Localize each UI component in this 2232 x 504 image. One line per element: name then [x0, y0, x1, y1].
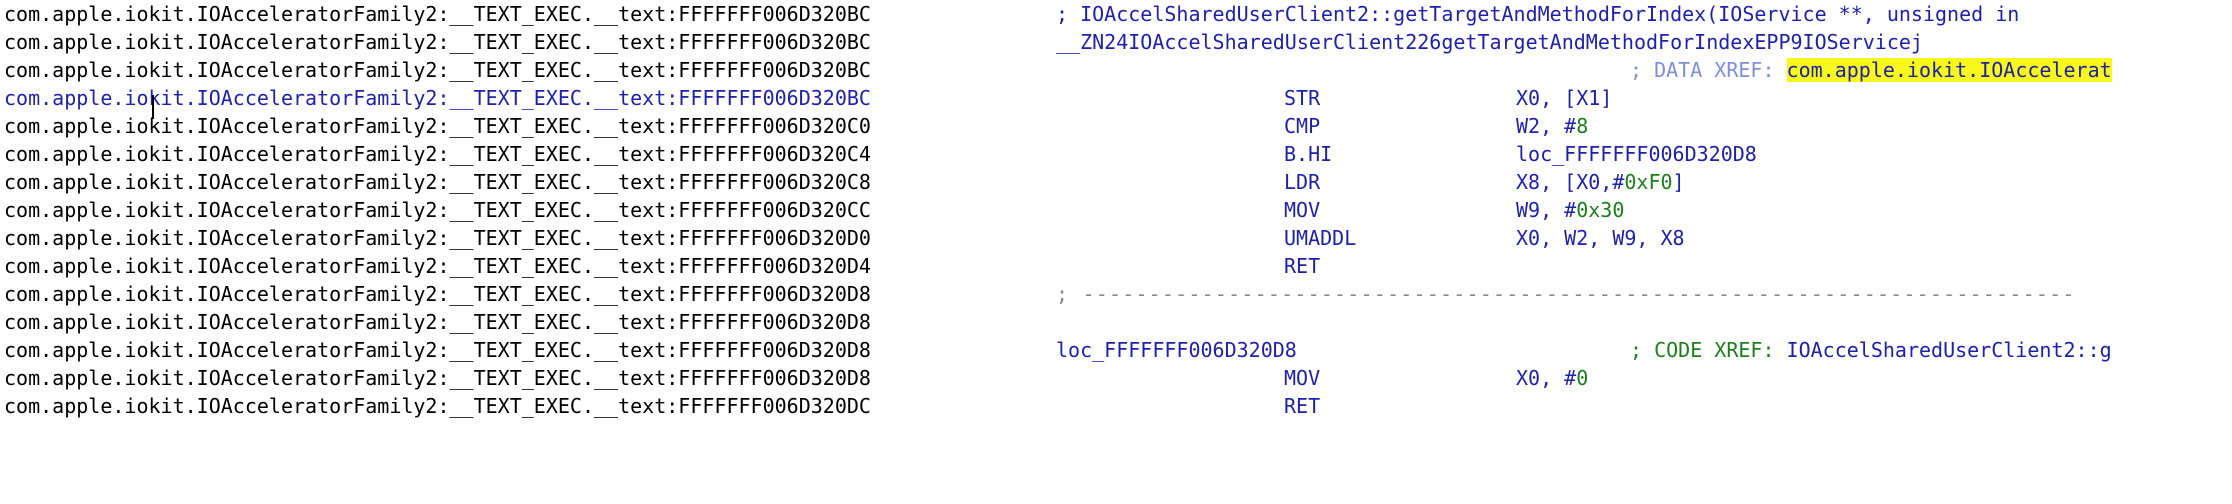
code-xref-prefix: ; CODE XREF:: [1630, 338, 1787, 362]
line-address: com.apple.iokit.IOAcceleratorFamily2:__T…: [4, 86, 871, 110]
disasm-line[interactable]: com.apple.iokit.IOAcceleratorFamily2:__T…: [0, 280, 2232, 308]
disasm-line[interactable]: com.apple.iokit.IOAcceleratorFamily2:__T…: [0, 28, 2232, 56]
data-xref-prefix: ; DATA XREF:: [1630, 58, 1787, 82]
instruction-mnemonic: UMADDL: [1284, 226, 1357, 250]
line-address: com.apple.iokit.IOAcceleratorFamily2:__T…: [4, 30, 871, 54]
disasm-line[interactable]: com.apple.iokit.IOAcceleratorFamily2:__T…: [0, 336, 2232, 364]
function-label[interactable]: __ZN24IOAccelSharedUserClient226getTarge…: [1056, 28, 1923, 56]
separator-comment: ; --------------------------------------…: [1056, 282, 2076, 306]
disasm-line[interactable]: com.apple.iokit.IOAcceleratorFamily2:__T…: [0, 196, 2232, 224]
data-xref-target[interactable]: com.apple.iokit.IOAccelerat: [1786, 58, 2112, 82]
instruction-operands: X8, [X0,#0xF0]: [1516, 168, 1685, 196]
disasm-line[interactable]: com.apple.iokit.IOAcceleratorFamily2:__T…: [0, 364, 2232, 392]
instruction-mnemonic: RET: [1284, 394, 1321, 418]
line-address: com.apple.iokit.IOAcceleratorFamily2:__T…: [4, 254, 871, 278]
disasm-line[interactable]: com.apple.iokit.IOAcceleratorFamily2:__T…: [0, 140, 2232, 168]
instruction-mnemonic: B.HI: [1284, 142, 1333, 166]
disasm-line[interactable]: com.apple.iokit.IOAcceleratorFamily2:__T…: [0, 0, 2232, 28]
line-address: com.apple.iokit.IOAcceleratorFamily2:__T…: [4, 170, 871, 194]
line-address: com.apple.iokit.IOAcceleratorFamily2:__T…: [4, 142, 871, 166]
line-address: com.apple.iokit.IOAcceleratorFamily2:__T…: [4, 338, 871, 362]
line-address: com.apple.iokit.IOAcceleratorFamily2:__T…: [4, 114, 871, 138]
line-address: com.apple.iokit.IOAcceleratorFamily2:__T…: [4, 58, 871, 82]
immediate-value: 0: [1576, 366, 1589, 390]
immediate-value: 8: [1576, 114, 1589, 138]
disasm-line[interactable]: com.apple.iokit.IOAcceleratorFamily2:__T…: [0, 224, 2232, 252]
instruction-mnemonic: CMP: [1284, 114, 1321, 138]
operand-suffix: ]: [1672, 170, 1685, 194]
instruction-operands: X0, #0: [1516, 364, 1588, 392]
line-address: com.apple.iokit.IOAcceleratorFamily2:__T…: [4, 394, 871, 418]
operand-text: X8, [X0,#: [1516, 170, 1625, 194]
line-address: com.apple.iokit.IOAcceleratorFamily2:__T…: [4, 198, 871, 222]
instruction-mnemonic: STR: [1284, 86, 1321, 110]
disasm-line[interactable]: com.apple.iokit.IOAcceleratorFamily2:__T…: [0, 168, 2232, 196]
location-label[interactable]: loc_FFFFFFF006D320D8: [1056, 336, 1297, 364]
disasm-line[interactable]: com.apple.iokit.IOAcceleratorFamily2:__T…: [0, 252, 2232, 280]
text-cursor: [152, 95, 154, 119]
line-address: com.apple.iokit.IOAcceleratorFamily2:__T…: [4, 310, 871, 334]
instruction-mnemonic: MOV: [1284, 366, 1321, 390]
disasm-line[interactable]: com.apple.iokit.IOAcceleratorFamily2:__T…: [0, 112, 2232, 140]
code-xref-target[interactable]: IOAccelSharedUserClient2::g: [1787, 338, 2112, 362]
code-xref-comment: ; CODE XREF: IOAccelSharedUserClient2::g: [1630, 336, 2112, 364]
data-xref-comment: ; DATA XREF: com.apple.iokit.IOAccelerat: [1630, 56, 2112, 84]
line-address: com.apple.iokit.IOAcceleratorFamily2:__T…: [4, 2, 871, 26]
operand-text: X0, #: [1516, 366, 1577, 390]
instruction-operands: W2, #8: [1516, 112, 1588, 140]
disasm-line-selected[interactable]: com.apple.iokit.IOAcceleratorFamily2:__T…: [0, 84, 2232, 112]
function-comment: ; IOAccelSharedUserClient2::getTargetAnd…: [1056, 2, 2020, 26]
disassembly-listing[interactable]: com.apple.iokit.IOAcceleratorFamily2:__T…: [0, 0, 2232, 422]
instruction-mnemonic: RET: [1284, 254, 1321, 278]
line-address: com.apple.iokit.IOAcceleratorFamily2:__T…: [4, 226, 871, 250]
instruction-operands: W9, #0x30: [1516, 196, 1624, 224]
disasm-line[interactable]: com.apple.iokit.IOAcceleratorFamily2:__T…: [0, 392, 2232, 420]
disasm-line[interactable]: com.apple.iokit.IOAcceleratorFamily2:__T…: [0, 56, 2232, 84]
line-address: com.apple.iokit.IOAcceleratorFamily2:__T…: [4, 366, 871, 390]
disasm-line[interactable]: com.apple.iokit.IOAcceleratorFamily2:__T…: [0, 308, 2232, 336]
branch-target-link[interactable]: loc_FFFFFFF006D320D8: [1516, 140, 1757, 168]
operand-text: W2, #: [1516, 114, 1577, 138]
immediate-value: 0x30: [1576, 198, 1625, 222]
instruction-mnemonic: LDR: [1284, 170, 1321, 194]
instruction-operands: X0, W2, W9, X8: [1516, 226, 1685, 250]
immediate-value: 0xF0: [1624, 170, 1673, 194]
line-address: com.apple.iokit.IOAcceleratorFamily2:__T…: [4, 282, 871, 306]
instruction-mnemonic: MOV: [1284, 198, 1321, 222]
operand-text: W9, #: [1516, 198, 1577, 222]
instruction-operands: X0, [X1]: [1516, 86, 1613, 110]
